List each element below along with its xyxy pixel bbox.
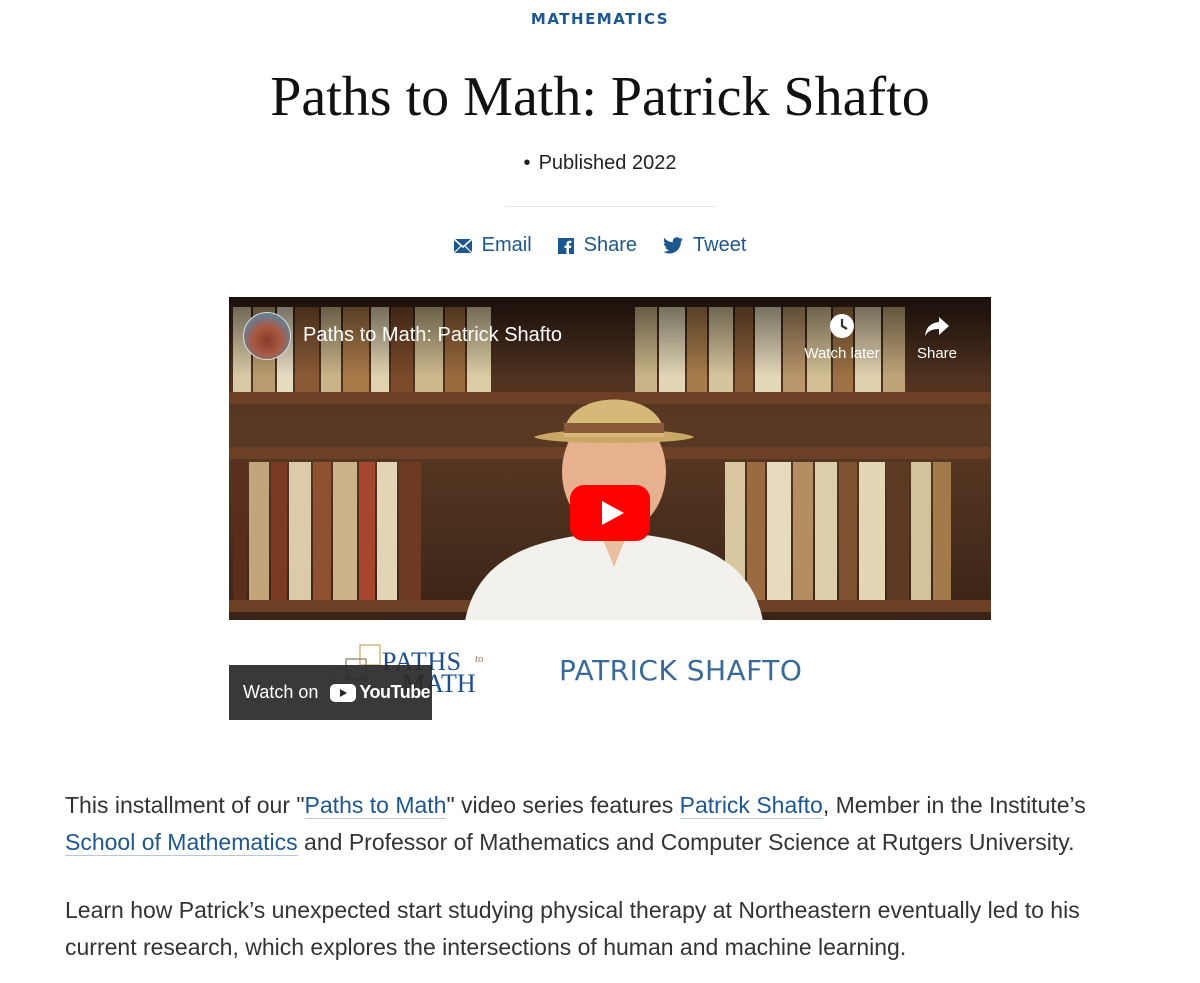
book [911,462,931,600]
book [233,462,247,600]
logo-to: to [475,653,484,665]
video-title[interactable]: Paths to Math: Patrick Shafto [303,324,562,347]
email-label: Email [481,234,532,256]
watch-on-label: Watch on [243,682,319,702]
description-paragraph: Learn how Patrick’s unexpected start stu… [65,897,1080,960]
book [313,462,331,600]
watch-on-youtube-button[interactable]: Watch on YouTube [229,665,432,720]
publish-meta: • Published 2022 [0,152,1200,175]
book [399,462,421,600]
video-share-label: Share [916,345,958,362]
email-share-button[interactable]: Email [453,234,532,257]
book [793,462,813,600]
book [359,462,375,600]
page-title: Paths to Math: Patrick Shafto [270,66,930,128]
watch-later-label: Watch later [804,345,880,362]
twitter-icon [663,237,684,254]
book [887,462,909,600]
book [933,462,951,600]
facebook-share-label: Share [583,234,638,256]
tweet-label: Tweet [693,234,747,256]
book [249,462,269,600]
tweet-button[interactable]: Tweet [663,234,746,257]
youtube-wordmark: YouTube [359,682,431,702]
school-of-mathematics-link[interactable]: School of Mathematics [65,829,298,856]
intro-paragraph: This installment of our "Paths to Math" … [65,787,1145,861]
patrick-shafto-link[interactable]: Patrick Shafto [679,792,823,819]
category-link[interactable]: MATHEMATICS [0,10,1200,28]
watch-later-button[interactable]: Watch later [792,313,892,362]
youtube-icon [330,683,357,702]
book [333,462,357,600]
book [289,462,311,600]
share-bar: Email Share Tweet [0,234,1200,257]
envelope-icon [453,238,472,253]
share-arrow-icon [925,317,949,336]
book [839,462,857,600]
p1-text-3: , Member in the Institute’s [822,792,1086,818]
paths-to-math-link[interactable]: Paths to Math [304,792,447,819]
channel-avatar[interactable] [243,312,291,360]
facebook-icon [557,237,574,254]
book [271,462,287,600]
p1-text-2: " video series features [446,792,680,818]
video-share-button[interactable]: Share [887,313,987,362]
published-date: Published 2022 [538,152,677,174]
p1-text-1: This installment of our " [65,792,305,818]
book [815,462,837,600]
book [377,462,397,600]
p1-text-4: and Professor of Mathematics and Compute… [297,829,1075,855]
divider [505,206,715,207]
video-player[interactable]: Paths to Math: Patrick Shafto Watch late… [229,297,991,620]
speaker-name-card: PATRICK SHAFTO [559,654,803,687]
bullet: • [523,152,531,174]
facebook-share-button[interactable]: Share [557,234,638,257]
clock-icon [830,314,854,338]
book [859,462,885,600]
youtube-logo: YouTube [330,682,431,703]
play-button[interactable] [570,485,650,541]
